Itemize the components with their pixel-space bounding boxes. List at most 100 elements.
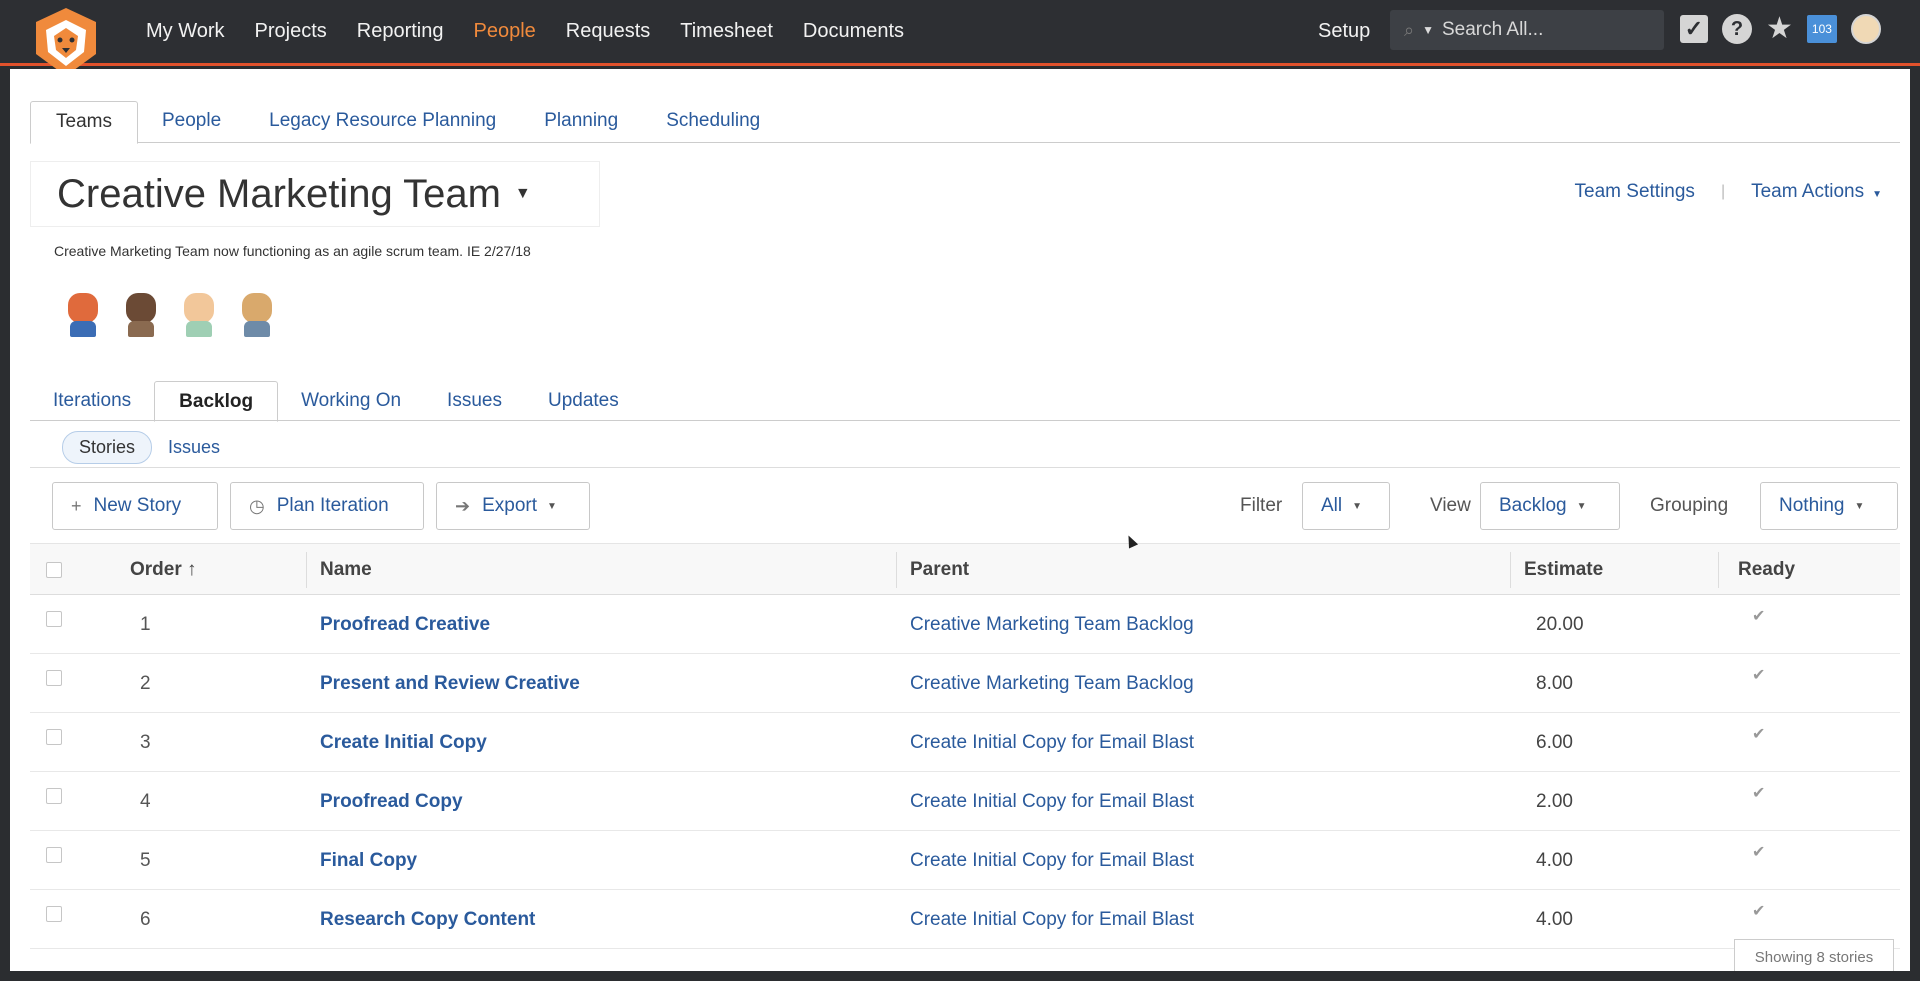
checkbox-icon[interactable]: ✓ — [1680, 15, 1708, 43]
filter-select[interactable]: All ▼ — [1302, 482, 1390, 530]
row-checkbox[interactable] — [46, 788, 62, 804]
tab-legacy-resource-planning[interactable]: Legacy Resource Planning — [245, 101, 520, 142]
parent-link[interactable]: Create Initial Copy for Email Blast — [910, 772, 1194, 831]
help-icon[interactable]: ? — [1722, 14, 1752, 44]
row-order: 2 — [140, 673, 151, 694]
notifications-badge[interactable]: 103 — [1806, 15, 1837, 43]
table-row: 4 Proofread Copy Create Initial Copy for… — [30, 772, 1900, 831]
backlog-type-filter: Stories Issues — [62, 431, 220, 464]
tab-backlog[interactable]: Backlog — [154, 381, 279, 422]
ready-check-icon: ✔ — [1752, 608, 1766, 625]
parent-link[interactable]: Creative Marketing Team Backlog — [910, 654, 1194, 713]
tab-planning[interactable]: Planning — [520, 101, 642, 142]
plan-iteration-button[interactable]: ◷ Plan Iteration — [230, 482, 424, 530]
tab-scheduling[interactable]: Scheduling — [642, 101, 784, 142]
nav-requests[interactable]: Requests — [551, 18, 666, 44]
issues-pill[interactable]: Issues — [168, 437, 220, 458]
column-separator — [1510, 552, 1511, 588]
table-row: 1 Proofread Creative Creative Marketing … — [30, 595, 1900, 654]
tab-working-on[interactable]: Working On — [278, 381, 424, 420]
story-name-link[interactable]: Proofread Copy — [320, 772, 463, 831]
export-button[interactable]: ➔ Export ▼ — [436, 482, 590, 530]
chevron-down-icon: ▼ — [1872, 189, 1882, 200]
nav-my-work[interactable]: My Work — [131, 18, 240, 44]
backlog-toolbar: + New Story ◷ Plan Iteration ➔ Export ▼ … — [30, 482, 1900, 532]
chevron-down-icon: ▼ — [547, 500, 557, 512]
team-links: Team Settings | Team Actions ▼ — [1575, 181, 1882, 203]
user-avatar[interactable] — [1850, 14, 1881, 44]
row-order: 3 — [140, 732, 151, 753]
chevron-down-icon[interactable]: ▼ — [1422, 23, 1434, 37]
main-nav: My Work Projects Reporting People Reques… — [131, 18, 919, 44]
chevron-down-icon[interactable]: ▼ — [515, 185, 531, 203]
new-story-button[interactable]: + New Story — [52, 482, 218, 530]
divider — [30, 467, 1900, 468]
export-arrow-icon: ➔ — [455, 495, 471, 516]
search-input[interactable]: ⌕ ▼ Search All... — [1390, 10, 1664, 50]
tab-iterations[interactable]: Iterations — [30, 381, 154, 420]
ready-check-icon: ✔ — [1752, 844, 1766, 861]
row-order: 6 — [140, 909, 151, 930]
row-checkbox[interactable] — [46, 847, 62, 863]
avatar[interactable] — [62, 291, 104, 337]
team-selector[interactable]: Creative Marketing Team ▼ — [30, 161, 600, 227]
row-checkbox[interactable] — [46, 729, 62, 745]
name-column-header[interactable]: Name — [320, 544, 372, 596]
row-estimate: 6.00 — [1536, 732, 1573, 753]
parent-link[interactable]: Create Initial Copy for Email Blast — [910, 831, 1194, 890]
lion-logo-icon[interactable] — [30, 6, 102, 78]
parent-link[interactable]: Create Initial Copy for Email Blast — [910, 890, 1194, 949]
parent-link[interactable]: Create Initial Copy for Email Blast — [910, 713, 1194, 772]
team-actions-link[interactable]: Team Actions ▼ — [1751, 181, 1882, 203]
avatar[interactable] — [120, 291, 162, 337]
nav-documents[interactable]: Documents — [788, 18, 919, 44]
row-checkbox[interactable] — [46, 906, 62, 922]
avatar[interactable] — [178, 291, 220, 337]
chevron-down-icon: ▼ — [1352, 500, 1363, 512]
tab-teams[interactable]: Teams — [30, 101, 138, 144]
nav-timesheet[interactable]: Timesheet — [665, 18, 788, 44]
stories-pill[interactable]: Stories — [62, 431, 153, 464]
star-icon[interactable]: ★ — [1766, 14, 1793, 44]
chevron-down-icon: ▼ — [1576, 500, 1587, 512]
story-name-link[interactable]: Research Copy Content — [320, 890, 535, 949]
tab-updates[interactable]: Updates — [525, 381, 642, 420]
row-estimate: 4.00 — [1536, 850, 1573, 871]
column-separator — [1718, 552, 1719, 588]
team-members — [62, 291, 278, 337]
nav-projects[interactable]: Projects — [240, 18, 342, 44]
clock-icon: ◷ — [249, 495, 265, 516]
avatar[interactable] — [236, 291, 278, 337]
table-header: Order ↑ Name Parent Estimate Ready — [30, 543, 1900, 595]
row-estimate: 20.00 — [1536, 614, 1584, 635]
team-settings-link[interactable]: Team Settings — [1575, 181, 1695, 203]
tab-issues[interactable]: Issues — [424, 381, 525, 420]
select-all-checkbox[interactable] — [46, 562, 62, 578]
ready-check-icon: ✔ — [1752, 667, 1766, 684]
new-story-label: New Story — [93, 495, 182, 516]
row-checkbox[interactable] — [46, 670, 62, 686]
nav-people[interactable]: People — [458, 18, 550, 44]
story-name-link[interactable]: Final Copy — [320, 831, 417, 890]
order-column-header[interactable]: Order ↑ — [130, 544, 197, 596]
search-placeholder: Search All... — [1441, 19, 1544, 40]
estimate-column-header[interactable]: Estimate — [1524, 544, 1603, 596]
story-name-link[interactable]: Present and Review Creative — [320, 654, 580, 713]
view-value: Backlog — [1499, 495, 1567, 516]
story-name-link[interactable]: Proofread Creative — [320, 595, 490, 654]
nav-reporting[interactable]: Reporting — [342, 18, 459, 44]
grouping-select[interactable]: Nothing ▼ — [1760, 482, 1898, 530]
view-label: View — [1430, 495, 1471, 516]
setup-link[interactable]: Setup — [1318, 18, 1370, 44]
export-label: Export — [482, 495, 538, 516]
row-estimate: 2.00 — [1536, 791, 1573, 812]
tab-people[interactable]: People — [138, 101, 245, 142]
ready-check-icon: ✔ — [1752, 726, 1766, 743]
view-select[interactable]: Backlog ▼ — [1480, 482, 1620, 530]
plus-icon: + — [71, 495, 82, 516]
parent-column-header[interactable]: Parent — [910, 544, 969, 596]
story-name-link[interactable]: Create Initial Copy — [320, 713, 487, 772]
parent-link[interactable]: Creative Marketing Team Backlog — [910, 595, 1194, 654]
ready-column-header[interactable]: Ready — [1738, 544, 1795, 596]
row-checkbox[interactable] — [46, 611, 62, 627]
